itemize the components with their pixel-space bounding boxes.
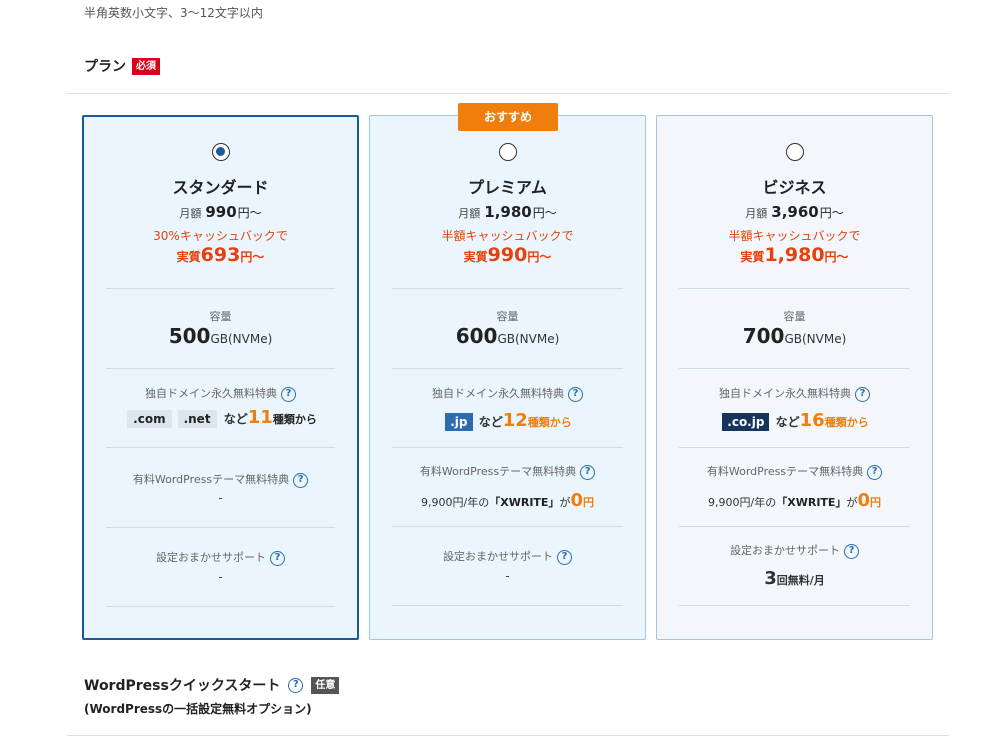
domain-label: 独自ドメイン永久無料特典? <box>84 385 357 402</box>
capacity-label: 容量 <box>783 310 806 323</box>
monthly-price: 月額 990円〜 <box>179 203 262 221</box>
support-label: 設定おまかせサポート? <box>84 549 357 566</box>
theme-value: 9,900円/年の「XWRITE」が0円 <box>421 490 594 511</box>
capacity-value: 500GB(NVMe) <box>168 324 273 348</box>
required-badge: 必須 <box>132 57 160 75</box>
domain-tag: .com <box>127 410 172 428</box>
card-divider <box>392 288 623 289</box>
plan-radio-business[interactable] <box>785 143 804 161</box>
plan-section-title: プラン 必須 <box>84 56 160 76</box>
support-label: 設定おまかせサポート? <box>657 542 932 559</box>
effective-price: 実質990円〜 <box>463 244 552 266</box>
support-label: 設定おまかせサポート? <box>370 548 645 565</box>
quickstart-title: WordPressクイックスタート ? 任意 <box>84 675 340 695</box>
card-divider <box>679 605 910 606</box>
card-divider <box>106 527 335 528</box>
recommend-badge: おすすめ <box>458 103 558 131</box>
capacity-label: 容量 <box>496 310 519 323</box>
help-icon[interactable]: ? <box>855 386 870 402</box>
cashback-text: 30%キャッシュバックで <box>153 229 288 243</box>
domain-tag: .jp <box>445 413 473 431</box>
capacity-value: 600GB(NVMe) <box>455 324 560 348</box>
card-divider <box>679 288 910 289</box>
card-divider <box>679 526 910 527</box>
help-icon[interactable]: ? <box>557 549 572 565</box>
effective-price: 実質1,980円〜 <box>740 244 849 266</box>
card-divider <box>106 288 335 289</box>
effective-price: 実質693円〜 <box>176 244 265 266</box>
card-divider <box>392 526 623 527</box>
support-value: 3回無料/月 <box>764 568 825 589</box>
support-value: - <box>505 569 510 583</box>
plan-cards: スタンダード 月額 990円〜 30%キャッシュバックで 実質693円〜 容量 5… <box>82 103 934 640</box>
capacity-value: 700GB(NVMe) <box>742 324 847 348</box>
card-divider <box>392 447 623 448</box>
domain-tag: .co.jp <box>722 413 770 431</box>
capacity-label: 容量 <box>209 310 232 323</box>
theme-label: 有料WordPressテーマ無料特典? <box>84 471 357 488</box>
help-icon[interactable]: ? <box>568 386 583 402</box>
help-icon[interactable]: ? <box>281 386 296 402</box>
card-divider <box>679 368 910 369</box>
help-icon[interactable]: ? <box>867 464 883 480</box>
plan-card-standard[interactable]: スタンダード 月額 990円〜 30%キャッシュバックで 実質693円〜 容量 5… <box>82 115 359 640</box>
plan-radio-premium[interactable] <box>498 143 517 161</box>
domain-benefit: .com .net など11種類から <box>84 407 357 428</box>
domain-benefit: .co.jp など16種類から <box>657 410 932 431</box>
cashback-text: 半額キャッシュバックで <box>728 229 861 243</box>
plan-radio-standard[interactable] <box>211 143 230 161</box>
section-divider <box>67 735 949 736</box>
quickstart-subtitle: (WordPressの一括設定無料オプション) <box>84 702 312 716</box>
cashback-text: 半額キャッシュバックで <box>441 229 574 243</box>
card-divider <box>106 606 335 607</box>
domain-benefit: .jp など12種類から <box>370 410 645 431</box>
theme-value: - <box>218 491 223 505</box>
help-icon[interactable]: ? <box>580 464 596 480</box>
plan-card-business[interactable]: ビジネス 月額 3,960円〜 半額キャッシュバックで 実質1,980円〜 容量 … <box>656 115 933 640</box>
card-divider <box>106 368 335 369</box>
theme-label: 有料WordPressテーマ無料特典? <box>657 463 932 480</box>
help-icon[interactable]: ? <box>844 543 859 559</box>
domain-label: 独自ドメイン永久無料特典? <box>370 385 645 402</box>
plan-title-text: プラン <box>84 59 126 75</box>
monthly-price: 月額 3,960円〜 <box>745 203 844 221</box>
quickstart-title-text: WordPressクイックスタート <box>84 678 281 694</box>
username-hint: 半角英数小文字、3〜12文字以内 <box>84 6 263 20</box>
help-icon[interactable]: ? <box>270 550 285 566</box>
plan-card-premium[interactable]: おすすめ プレミアム 月額 1,980円〜 半額キャッシュバックで 実質990円〜… <box>369 103 646 640</box>
support-value: - <box>218 570 223 584</box>
optional-badge: 任意 <box>311 676 340 694</box>
card-divider <box>392 368 623 369</box>
card-divider <box>679 447 910 448</box>
plan-name: プレミアム <box>468 178 547 197</box>
monthly-price: 月額 1,980円〜 <box>458 203 557 221</box>
help-icon[interactable]: ? <box>293 472 309 488</box>
card-divider <box>106 447 335 448</box>
section-divider <box>67 93 949 94</box>
card-divider <box>392 605 623 606</box>
domain-tag: .net <box>177 410 217 428</box>
theme-value: 9,900円/年の「XWRITE」が0円 <box>708 490 881 511</box>
plan-name: スタンダード <box>172 178 269 197</box>
theme-label: 有料WordPressテーマ無料特典? <box>370 463 645 480</box>
domain-label: 独自ドメイン永久無料特典? <box>657 385 932 402</box>
plan-name: ビジネス <box>762 178 827 197</box>
help-icon[interactable]: ? <box>288 677 304 693</box>
